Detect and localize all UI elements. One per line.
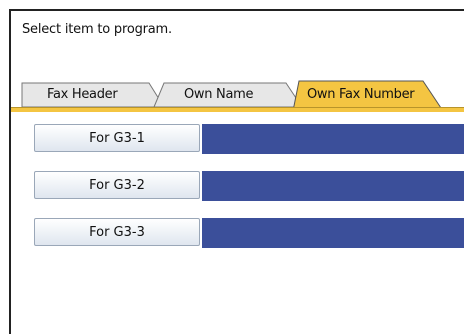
tab-own-fax-number-label: Own Fax Number: [307, 86, 415, 102]
row-g3-2: For G3-2: [34, 171, 464, 201]
panel-frame: Select item to program. Fax Header Own N…: [9, 9, 464, 334]
tab-bar: Fax Header Own Name Own Fax Number: [11, 80, 464, 113]
for-g3-2-button[interactable]: For G3-2: [34, 171, 200, 199]
g3-3-value-field[interactable]: [202, 218, 464, 248]
tab-underline: [11, 107, 464, 112]
tab-own-name-label: Own Name: [184, 86, 254, 102]
tab-own-name[interactable]: Own Name: [153, 81, 303, 108]
g3-1-value-field[interactable]: [202, 124, 464, 154]
instruction-text: Select item to program.: [22, 22, 172, 37]
tab-own-fax-number[interactable]: Own Fax Number: [292, 80, 444, 112]
row-g3-1: For G3-1: [34, 124, 464, 154]
row-g3-3: For G3-3: [34, 218, 464, 248]
tab-fax-header-label: Fax Header: [47, 86, 118, 102]
g3-2-value-field[interactable]: [202, 171, 464, 201]
tab-fax-header[interactable]: Fax Header: [21, 81, 165, 108]
for-g3-1-button[interactable]: For G3-1: [34, 124, 200, 152]
for-g3-3-button[interactable]: For G3-3: [34, 218, 200, 246]
